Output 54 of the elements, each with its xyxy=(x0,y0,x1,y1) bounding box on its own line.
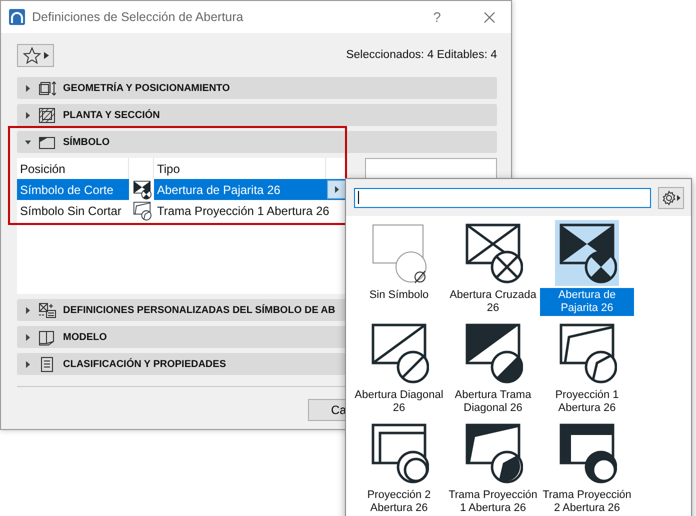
settings-button[interactable] xyxy=(658,186,684,208)
option-label: Abertura de Pajarita 26 xyxy=(540,288,634,316)
box-arrows-icon xyxy=(38,80,56,96)
option-label: Proyección 2 Abertura 26 xyxy=(366,488,432,516)
opening-symbol-icon xyxy=(132,180,152,200)
model-icon xyxy=(38,328,56,346)
symbol-option[interactable]: Proyección 1 Abertura 26 xyxy=(540,320,634,414)
section-header[interactable]: SÍMBOLO xyxy=(17,131,497,153)
hatched-wall-icon xyxy=(38,106,56,124)
search-field[interactable] xyxy=(354,188,651,208)
expand-triangle-icon xyxy=(25,334,31,340)
table-row[interactable]: Símbolo de Corte Abertura de Pajarita 26 xyxy=(17,179,347,200)
symbol-settings-icon xyxy=(38,302,56,318)
popup-arrow-button[interactable] xyxy=(327,180,346,199)
expand-triangle-icon xyxy=(25,360,31,368)
triangle-icon xyxy=(44,52,48,58)
option-label: Trama Proyección 1 Abertura 26 xyxy=(448,488,538,516)
symbol-option[interactable]: Proyección 2 Abertura 26 xyxy=(352,420,446,514)
settings-icon xyxy=(661,190,681,206)
table-cell: Abertura de Pajarita 26 xyxy=(154,179,326,200)
opening-symbol-icon xyxy=(369,321,429,385)
expand-triangle-icon xyxy=(25,84,31,92)
opening-symbol-icon xyxy=(132,200,152,220)
window-title: Definiciones de Selección de Abertura xyxy=(32,10,244,24)
opening-symbol-icon xyxy=(557,421,617,485)
collapse-triangle-icon xyxy=(25,138,31,146)
selection-count: Seleccionados: 4 Editables: 4 xyxy=(346,49,497,61)
table-cell-text: Símbolo Sin Cortar xyxy=(19,202,122,220)
opening-symbol-icon xyxy=(463,321,523,385)
opening-symbol-icon xyxy=(369,421,429,485)
favorites-button[interactable] xyxy=(17,44,54,66)
document-list-icon xyxy=(38,356,56,372)
opening-symbol-icon xyxy=(463,221,523,285)
option-label: Trama Proyección 2 Abertura 26 xyxy=(542,488,632,516)
section-header[interactable]: GEOMETRÍA Y POSICIONAMIENTO xyxy=(17,77,497,99)
close-icon[interactable] xyxy=(484,12,495,22)
symbol-option[interactable]: Abertura de Pajarita 26 xyxy=(540,220,634,314)
expand-triangle-icon xyxy=(25,112,31,118)
table-row[interactable]: Símbolo Sin Cortar Trama Proyección 1 Abertura 26 xyxy=(17,200,347,221)
symbol-option[interactable]: Trama Proyección 1 Abertura 26 xyxy=(446,420,540,514)
opening-symbol-icon xyxy=(557,321,617,385)
help-button[interactable]: ? xyxy=(427,9,447,25)
opening-symbol-icon xyxy=(557,221,617,285)
symbol-option[interactable]: Trama Proyección 2 Abertura 26 xyxy=(540,420,634,514)
option-label: Abertura Trama Diagonal 26 xyxy=(454,388,532,416)
expand-triangle-icon xyxy=(25,306,31,314)
opening-symbol-icon xyxy=(463,421,523,485)
app-logo-icon xyxy=(9,9,25,25)
option-label: Abertura Diagonal 26 xyxy=(354,388,444,416)
option-label: Proyección 1 Abertura 26 xyxy=(554,388,620,416)
table-cell: Símbolo de Corte xyxy=(17,179,129,200)
star-icon xyxy=(22,46,40,64)
section-header[interactable]: PLANTA Y SECCIÓN xyxy=(17,104,497,126)
triangle-icon xyxy=(334,186,340,193)
